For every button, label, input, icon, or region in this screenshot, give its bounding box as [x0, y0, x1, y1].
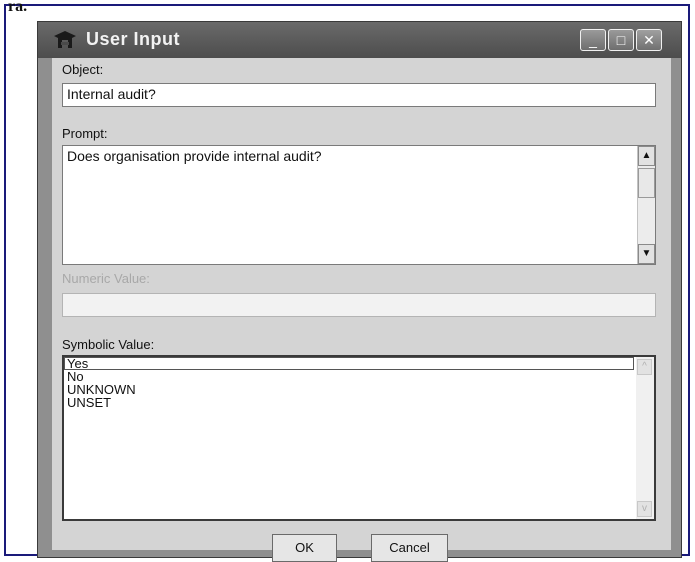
app-icon	[52, 30, 78, 50]
user-input-dialog: User Input _ □ ✕ Object: Internal audit?…	[37, 21, 682, 562]
numeric-value-field	[62, 293, 656, 317]
scroll-up-icon: ▲	[641, 150, 652, 161]
list-items: Yes No UNKNOWN UNSET	[64, 357, 654, 409]
maximize-icon: □	[616, 32, 626, 48]
list-item[interactable]: UNKNOWN	[64, 383, 654, 396]
list-scroll-down-button[interactable]: v	[637, 501, 652, 517]
scroll-down-button[interactable]: ▼	[638, 244, 655, 264]
corner-text: ra.	[8, 0, 28, 15]
minimize-icon: _	[589, 32, 597, 48]
list-item[interactable]: No	[64, 370, 654, 383]
close-button[interactable]: ✕	[636, 29, 662, 51]
list-scroll-up-button[interactable]: ^	[637, 359, 652, 375]
list-item[interactable]: Yes	[64, 357, 634, 370]
object-label: Object:	[62, 62, 104, 77]
scroll-down-icon: ▼	[641, 248, 652, 259]
prompt-label: Prompt:	[62, 126, 108, 141]
minimize-button[interactable]: _	[580, 29, 606, 51]
title-bar[interactable]: User Input _ □ ✕	[38, 22, 681, 58]
dialog-client-area: Object: Internal audit? Prompt: Does org…	[52, 58, 671, 562]
list-scroll-down-icon: v	[642, 503, 647, 514]
prompt-textarea[interactable]: Does organisation provide internal audit…	[62, 145, 656, 265]
object-field[interactable]: Internal audit?	[62, 83, 656, 107]
window-title: User Input	[86, 29, 181, 49]
list-item[interactable]: UNSET	[64, 396, 654, 409]
scroll-up-button[interactable]: ▲	[638, 146, 655, 166]
symbolic-value-label: Symbolic Value:	[62, 337, 155, 352]
numeric-value-label: Numeric Value:	[62, 271, 150, 286]
prompt-scrollbar[interactable]: ▲ ▼	[637, 146, 655, 264]
maximize-button[interactable]: □	[608, 29, 634, 51]
symbolic-value-listbox[interactable]: Yes No UNKNOWN UNSET ^ v	[62, 355, 656, 521]
list-scroll-up-icon: ^	[642, 361, 647, 372]
prompt-text: Does organisation provide internal audit…	[67, 148, 322, 164]
scroll-thumb[interactable]	[638, 168, 655, 198]
close-icon: ✕	[643, 32, 655, 48]
listbox-scrollbar[interactable]: ^ v	[636, 357, 654, 519]
